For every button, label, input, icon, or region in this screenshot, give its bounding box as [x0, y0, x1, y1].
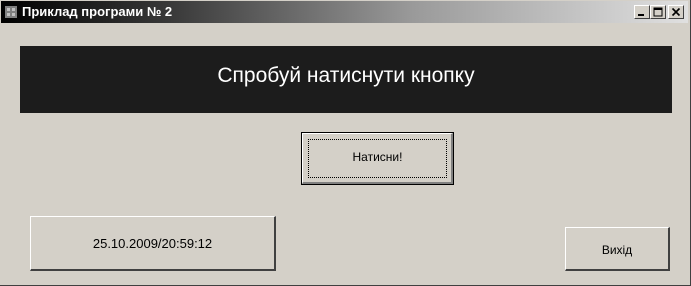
close-button[interactable]	[668, 5, 684, 19]
maximize-icon	[653, 7, 663, 17]
exit-button-label: Вихід	[601, 243, 633, 257]
close-icon	[671, 7, 681, 17]
banner-text: Спробуй натиснути кнопку	[217, 64, 475, 87]
window-title: Приклад програми № 2	[22, 4, 173, 19]
minimize-button[interactable]	[634, 5, 650, 19]
app-window: Приклад програми № 2 Спробуй натиснути к…	[0, 0, 691, 286]
datetime-label: 25.10.2009/20:59:12	[92, 236, 213, 251]
press-button-label: Натисни!	[352, 150, 403, 164]
datetime-panel: 25.10.2009/20:59:12	[30, 216, 276, 271]
exit-button[interactable]: Вихід	[565, 227, 670, 271]
app-icon	[5, 6, 17, 18]
press-button[interactable]: Натисни!	[301, 132, 454, 185]
banner-panel: Спробуй натиснути кнопку	[20, 46, 672, 113]
minimize-icon	[638, 14, 644, 16]
title-bar[interactable]: Приклад програми № 2	[1, 1, 688, 23]
maximize-button[interactable]	[650, 5, 666, 19]
